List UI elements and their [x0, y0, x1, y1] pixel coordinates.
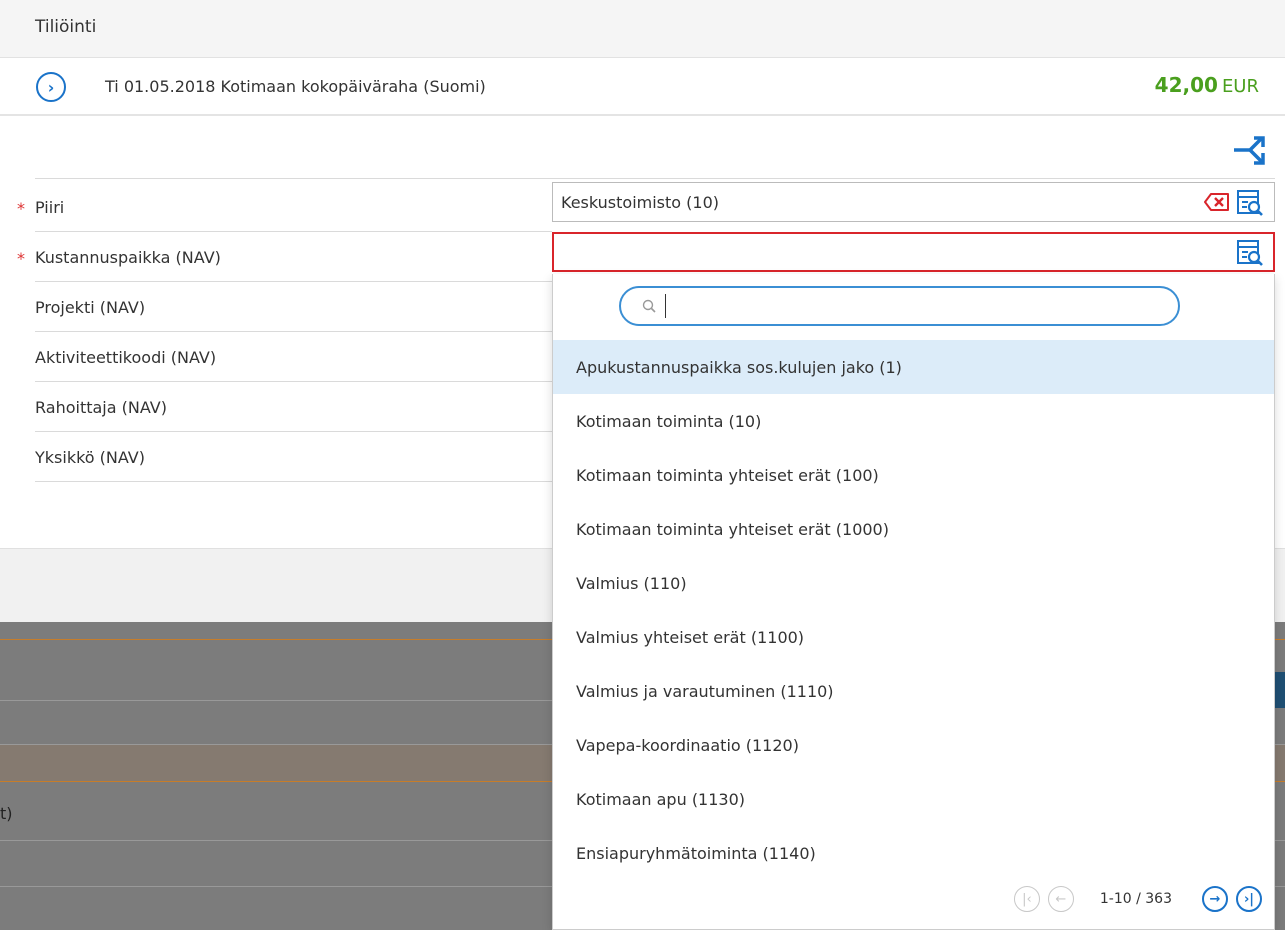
page-title: Tiliöinti — [35, 17, 97, 37]
field-piiri: * Piiri — [0, 182, 560, 232]
field-label: Aktiviteettikoodi (NAV) — [35, 348, 217, 367]
divider — [35, 178, 1275, 179]
dropdown-list: Apukustannuspaikka sos.kulujen jako (1) … — [553, 340, 1274, 880]
field-label: Projekti (NAV) — [35, 298, 146, 317]
piiri-value: Keskustoimisto (10) — [561, 193, 719, 212]
clear-icon[interactable] — [1204, 192, 1230, 212]
panel-header: Tiliöinti — [0, 0, 1285, 58]
prev-page-icon[interactable]: ← — [1047, 886, 1074, 912]
background-blue-strip — [1274, 672, 1285, 708]
field-label: Rahoittaja (NAV) — [35, 398, 167, 417]
required-mark: * — [17, 249, 25, 268]
kustannuspaikka-dropdown: Apukustannuspaikka sos.kulujen jako (1) … — [552, 274, 1275, 930]
pager-range: 1-10 / 363 — [1099, 891, 1172, 907]
dropdown-item[interactable]: Vapepa-koordinaatio (1120) — [553, 718, 1274, 772]
required-mark: * — [17, 199, 25, 218]
kustannuspaikka-input[interactable] — [552, 232, 1275, 272]
split-arrow-icon[interactable] — [1232, 134, 1272, 166]
lookup-list-icon[interactable] — [1236, 239, 1264, 267]
field-label: Yksikkö (NAV) — [35, 448, 145, 467]
amount-currency: EUR — [1221, 76, 1259, 97]
field-yksikko: Yksikkö (NAV) — [0, 432, 560, 482]
last-page-icon[interactable]: ›| — [1236, 886, 1262, 912]
dropdown-item[interactable]: Ensiapuryhmätoiminta (1140) — [553, 826, 1274, 880]
amount-value: 42,00 — [1154, 73, 1218, 97]
field-rahoittaja: Rahoittaja (NAV) — [0, 382, 560, 432]
dropdown-item[interactable]: Valmius ja varautuminen (1110) — [553, 664, 1274, 718]
background-text: t) — [0, 804, 13, 823]
dropdown-item[interactable]: Kotimaan toiminta yhteiset erät (1000) — [553, 502, 1274, 556]
dropdown-item[interactable]: Apukustannuspaikka sos.kulujen jako (1) — [553, 340, 1274, 394]
lookup-list-icon[interactable] — [1236, 189, 1264, 217]
next-page-icon[interactable]: → — [1202, 886, 1228, 912]
dropdown-pager: |‹ ← 1-10 / 363 → ›| — [1006, 885, 1262, 913]
dropdown-item[interactable]: Kotimaan toiminta (10) — [553, 394, 1274, 448]
field-label: Kustannuspaikka (NAV) — [35, 248, 221, 267]
entry-description: Ti 01.05.2018 Kotimaan kokopäiväraha (Su… — [105, 77, 486, 96]
dropdown-item[interactable]: Kotimaan apu (1130) — [553, 772, 1274, 826]
entry-amount: 42,00 EUR — [1155, 73, 1259, 97]
dropdown-item[interactable]: Valmius (110) — [553, 556, 1274, 610]
dropdown-search-input[interactable] — [665, 294, 1165, 318]
chevron-right-circle-icon[interactable]: › — [36, 72, 66, 102]
entry-row: › Ti 01.05.2018 Kotimaan kokopäiväraha (… — [0, 58, 1285, 116]
row-line — [35, 481, 552, 482]
field-label: Piiri — [35, 198, 65, 217]
field-kustannuspaikka: * Kustannuspaikka (NAV) — [0, 232, 560, 282]
first-page-icon[interactable]: |‹ — [1013, 886, 1040, 912]
dropdown-item[interactable]: Kotimaan toiminta yhteiset erät (100) — [553, 448, 1274, 502]
field-projekti: Projekti (NAV) — [0, 282, 560, 332]
search-icon — [642, 299, 656, 313]
dropdown-search[interactable] — [619, 286, 1180, 326]
piiri-input[interactable]: Keskustoimisto (10) — [552, 182, 1275, 222]
field-aktiviteettikoodi: Aktiviteettikoodi (NAV) — [0, 332, 560, 382]
dropdown-item[interactable]: Valmius yhteiset erät (1100) — [553, 610, 1274, 664]
